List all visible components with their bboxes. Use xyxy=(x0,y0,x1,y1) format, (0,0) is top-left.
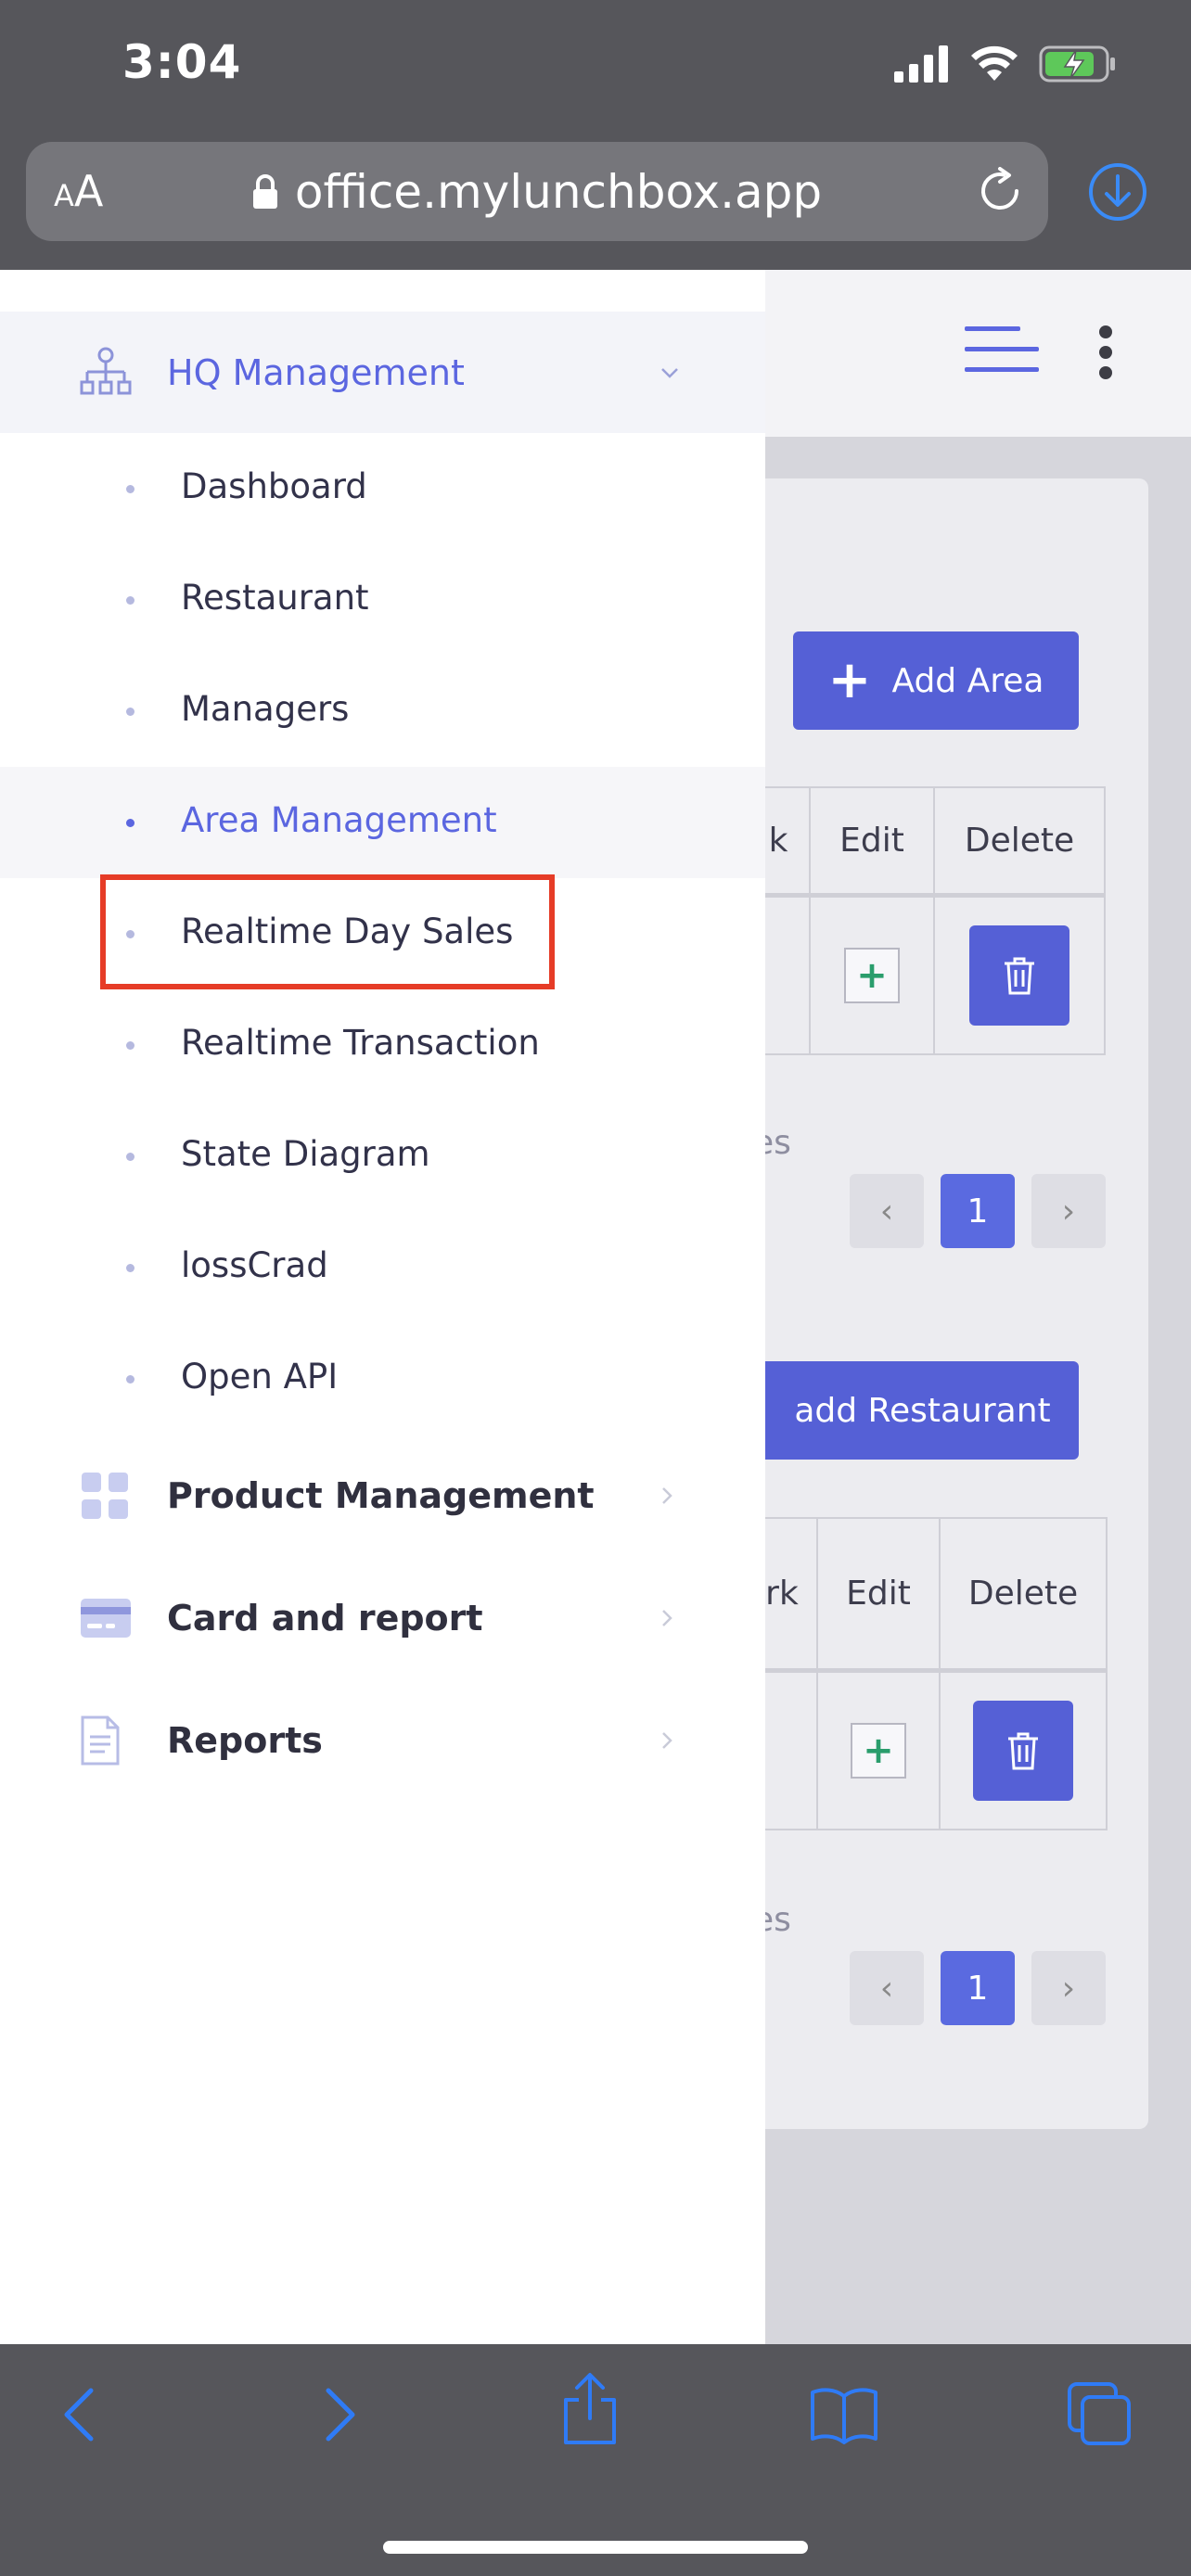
sidebar-group-label: Reports xyxy=(167,1720,323,1761)
sidebar-item-label: Restaurant xyxy=(181,578,369,618)
bullet xyxy=(126,1153,134,1161)
battery-charging-icon xyxy=(1039,45,1115,83)
wifi-icon xyxy=(971,45,1018,81)
sidebar-item-area-management[interactable]: Area Management xyxy=(0,767,765,878)
sidebar: HQ Management Dashboard Restaurant Manag… xyxy=(0,270,765,2344)
chevron-down-icon xyxy=(661,367,678,378)
table-header-delete: Delete xyxy=(939,1517,1108,1673)
bullet xyxy=(126,1041,134,1050)
sidebar-group-reports[interactable]: Reports xyxy=(0,1679,765,1802)
sidebar-item-label: Open API xyxy=(181,1357,339,1396)
bullet xyxy=(126,1375,134,1384)
bullet xyxy=(126,819,134,827)
plus-icon: + xyxy=(827,650,872,710)
bookmarks-icon[interactable] xyxy=(809,2385,879,2444)
bullet xyxy=(126,708,134,716)
sidebar-group-card-and-report[interactable]: Card and report xyxy=(0,1557,765,1679)
status-icons xyxy=(894,45,1117,83)
lock-icon xyxy=(252,173,277,209)
menu-toggle-icon[interactable] xyxy=(965,325,1039,380)
home-indicator xyxy=(383,2541,808,2554)
pagination-prev[interactable]: ‹ xyxy=(850,1174,924,1248)
sidebar-item-losscrad[interactable]: lossCrad xyxy=(0,1212,765,1323)
pagination-next[interactable]: › xyxy=(1031,1951,1106,2025)
table-header-delete: Delete xyxy=(933,786,1106,898)
table-cell-edit: + xyxy=(816,1671,941,1830)
edit-button[interactable]: + xyxy=(851,1723,906,1779)
add-area-label: Add Area xyxy=(891,661,1044,700)
more-options-icon[interactable] xyxy=(1095,325,1117,380)
sidebar-item-label: Realtime Transaction xyxy=(181,1023,540,1063)
highlight-box xyxy=(100,874,555,989)
sidebar-group-label: Card and report xyxy=(167,1598,483,1639)
back-icon[interactable] xyxy=(59,2385,100,2444)
sidebar-item-open-api[interactable]: Open API xyxy=(0,1323,765,1435)
pagination-page[interactable]: 1 xyxy=(941,1951,1015,2025)
sidebar-item-label: Dashboard xyxy=(181,466,367,506)
sidebar-group-label: Product Management xyxy=(167,1475,595,1516)
trash-icon xyxy=(1008,1732,1038,1770)
document-icon xyxy=(81,1715,120,1766)
table-header-edit: Edit xyxy=(809,786,935,898)
bullet xyxy=(126,485,134,493)
chevron-right-icon xyxy=(662,1610,672,1626)
grid-icon xyxy=(82,1473,128,1519)
edit-button[interactable]: + xyxy=(844,948,900,1003)
delete-button[interactable] xyxy=(969,925,1069,1026)
url-text: office.mylunchbox.app xyxy=(294,164,823,219)
bullet xyxy=(126,596,134,605)
reload-icon[interactable] xyxy=(976,167,1024,215)
sidebar-item-dashboard[interactable]: Dashboard xyxy=(0,433,765,544)
add-restaurant-label: add Restaurant xyxy=(794,1391,1051,1430)
pagination-prev[interactable]: ‹ xyxy=(850,1951,924,2025)
trash-icon xyxy=(1005,957,1034,995)
sidebar-group-product-management[interactable]: Product Management xyxy=(0,1435,765,1557)
sidebar-item-state-diagram[interactable]: State Diagram xyxy=(0,1101,765,1212)
sidebar-item-label: State Diagram xyxy=(181,1134,430,1174)
table-cell-edit: + xyxy=(809,896,935,1055)
address-bar[interactable]: AA office.mylunchbox.app xyxy=(26,142,1048,241)
share-icon[interactable] xyxy=(560,2372,620,2446)
sidebar-item-label: Managers xyxy=(181,689,350,729)
sidebar-item-label: lossCrad xyxy=(181,1245,328,1285)
pagination-page[interactable]: 1 xyxy=(941,1174,1015,1248)
status-time: 3:04 xyxy=(122,35,242,89)
sidebar-item-label: Area Management xyxy=(181,800,497,840)
table-cell-delete xyxy=(939,1671,1108,1830)
delete-button[interactable] xyxy=(973,1701,1073,1801)
sidebar-item-managers[interactable]: Managers xyxy=(0,656,765,767)
pagination-next[interactable]: › xyxy=(1031,1174,1106,1248)
sidebar-item-realtime-transaction[interactable]: Realtime Transaction xyxy=(0,989,765,1101)
chevron-right-icon xyxy=(662,1732,672,1749)
cellular-signal-icon xyxy=(894,45,948,83)
add-restaurant-button[interactable]: add Restaurant xyxy=(748,1361,1079,1460)
credit-card-icon xyxy=(81,1599,131,1638)
url-display[interactable]: office.mylunchbox.app xyxy=(26,142,1048,241)
chevron-right-icon xyxy=(662,1487,672,1504)
forward-icon[interactable] xyxy=(319,2385,360,2444)
tabs-icon[interactable] xyxy=(1067,2381,1132,2446)
sidebar-group-label: HQ Management xyxy=(167,351,465,393)
bullet xyxy=(126,1264,134,1272)
table-cell-delete xyxy=(933,896,1106,1055)
browser-top-chrome: 3:04 AA office.mylunchbox.app xyxy=(0,0,1191,270)
table-header-edit: Edit xyxy=(816,1517,941,1673)
sidebar-group-hq-management[interactable]: HQ Management xyxy=(0,312,765,433)
add-area-button[interactable]: + Add Area xyxy=(793,631,1079,730)
sitemap-icon xyxy=(80,347,132,394)
sidebar-item-restaurant[interactable]: Restaurant xyxy=(0,544,765,656)
download-icon[interactable] xyxy=(1087,161,1148,223)
